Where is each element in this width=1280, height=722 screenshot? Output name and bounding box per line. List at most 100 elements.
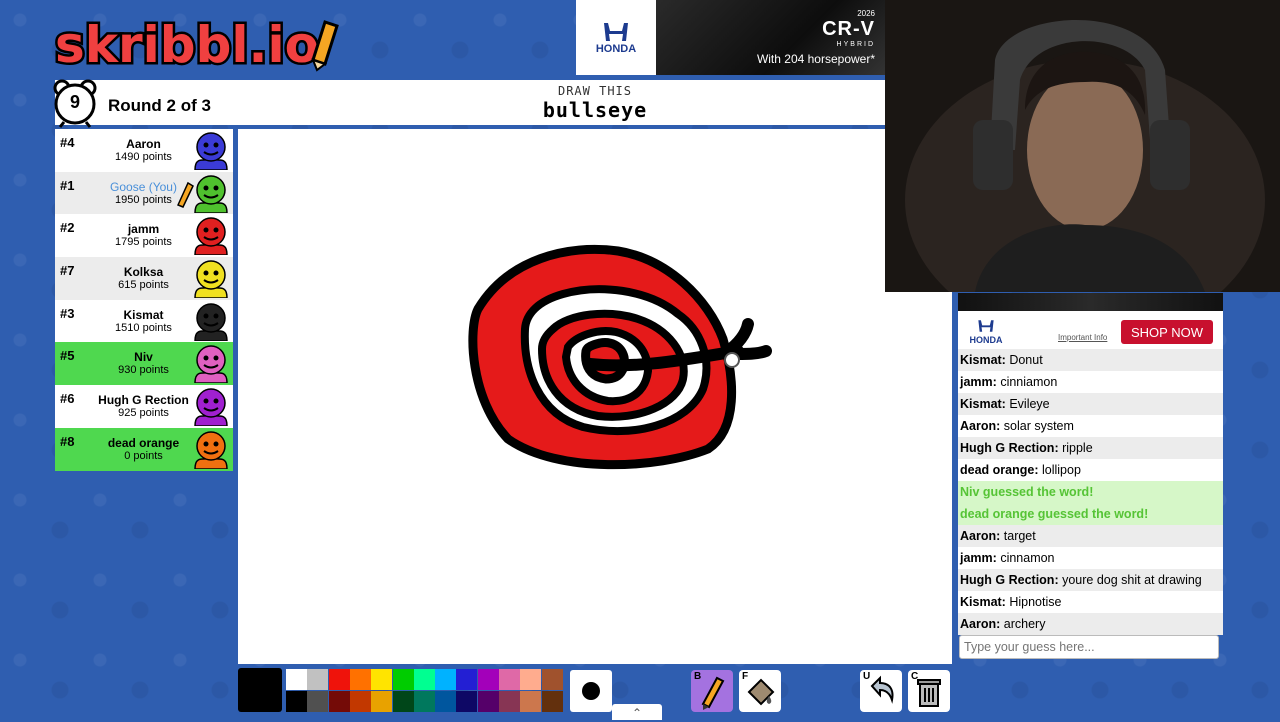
color-swatch[interactable] <box>413 690 435 712</box>
color-swatch[interactable] <box>435 690 457 712</box>
brush-size-dot-icon <box>582 682 600 700</box>
player-rank: #8 <box>60 433 75 449</box>
player-row[interactable]: #3 Kismat 1510 points <box>55 299 233 343</box>
chat-message: dead orange: lollipop <box>958 459 1223 481</box>
color-swatch[interactable] <box>349 690 371 712</box>
color-swatch[interactable] <box>371 669 393 690</box>
color-swatch[interactable] <box>456 669 478 690</box>
chat-message: Niv guessed the word! <box>958 481 1223 503</box>
current-color-swatch[interactable] <box>238 668 282 712</box>
player-row[interactable]: #6 Hugh G Rection 925 points <box>55 385 233 428</box>
chat-message: dead orange guessed the word! <box>958 503 1223 525</box>
chat-text: cinniamon <box>1000 375 1058 389</box>
chat-message: Aaron: target <box>958 525 1223 547</box>
undo-shortcut: U <box>863 671 871 682</box>
color-swatch[interactable] <box>286 690 307 712</box>
chat-text: Hipnotise <box>1009 595 1062 609</box>
color-swatch[interactable] <box>477 690 499 712</box>
color-swatch[interactable] <box>499 690 520 712</box>
important-info-link[interactable]: Important Info <box>1058 333 1107 342</box>
pencil-tool-button[interactable]: B <box>691 670 733 712</box>
ad-trim: HYBRID <box>836 41 875 48</box>
color-swatch[interactable] <box>456 690 478 712</box>
chat-author: Hugh G Rection: <box>960 573 1059 587</box>
chat-text: cinnamon <box>1000 551 1055 565</box>
clear-canvas-button[interactable]: C <box>908 670 950 712</box>
chat-text: ripple <box>1062 441 1093 455</box>
player-row[interactable]: #7 Kolksa 615 points <box>55 257 233 300</box>
undo-button[interactable]: U <box>860 670 902 712</box>
player-row[interactable]: #1 Goose (You) 1950 points <box>55 171 233 215</box>
chat-message: Aaron: archery <box>958 613 1223 635</box>
player-rank: #4 <box>60 135 75 150</box>
drawing-canvas[interactable] <box>238 129 952 664</box>
color-swatch[interactable] <box>371 690 393 712</box>
player-avatar <box>194 303 228 341</box>
chevron-up-icon[interactable]: ⌃ <box>612 704 662 720</box>
chat-message: Kismat: Hipnotise <box>958 591 1223 613</box>
ad-car-image <box>958 293 1223 311</box>
honda-logo-icon: HONDA <box>576 0 656 75</box>
draw-this-label: DRAW THIS <box>557 84 633 98</box>
chat-author: Aaron: <box>960 529 1001 543</box>
color-swatch[interactable] <box>477 669 499 690</box>
round-indicator: Round 2 of 3 <box>108 96 211 115</box>
color-swatch[interactable] <box>392 669 414 690</box>
side-ad-brand: HONDA <box>969 335 1003 345</box>
ad-model-year: 2026 <box>857 9 875 18</box>
color-swatch[interactable] <box>520 669 542 690</box>
chat-author: Kismat: <box>960 595 1006 609</box>
color-swatch[interactable] <box>328 669 350 690</box>
chat-author: jamm: <box>960 375 997 389</box>
player-avatar <box>194 217 228 256</box>
color-swatch[interactable] <box>349 669 371 690</box>
color-swatch[interactable] <box>499 669 520 690</box>
color-swatch[interactable] <box>413 669 435 690</box>
ad-model: CR-V <box>822 18 875 40</box>
chat-text: Evileye <box>1009 397 1050 411</box>
player-row[interactable]: #8 dead orange 0 points <box>55 427 233 471</box>
chat-log: Kismat: Donut jamm: cinniamon Kismat: Evil… <box>958 349 1223 635</box>
player-row[interactable]: #4 Aaron 1490 points <box>55 129 233 172</box>
clear-shortcut: C <box>911 671 919 682</box>
fill-tool-button[interactable]: F <box>739 670 781 712</box>
player-avatar <box>194 174 228 213</box>
webcam-overlay <box>885 0 1280 292</box>
color-swatch[interactable] <box>541 690 563 712</box>
player-avatar <box>194 431 228 469</box>
color-swatch[interactable] <box>392 690 414 712</box>
player-avatar <box>194 388 228 427</box>
ad-tagline: With 204 horsepower* <box>756 52 875 66</box>
color-swatch[interactable] <box>435 669 457 690</box>
chat-text: lollipop <box>1041 463 1081 477</box>
timer-value: 9 <box>69 92 80 112</box>
player-row[interactable]: #5 Niv 930 points <box>55 342 233 386</box>
color-swatch[interactable] <box>286 669 307 690</box>
chat-message: jamm: cinnamon <box>958 547 1223 569</box>
chat-message: Aaron: solar system <box>958 415 1223 437</box>
player-rank: #1 <box>60 177 75 193</box>
color-swatch[interactable] <box>307 669 329 690</box>
color-swatch[interactable] <box>520 690 542 712</box>
player-rank: #7 <box>60 263 75 279</box>
side-advertisement[interactable]: HONDA Important Info SHOP NOW <box>958 293 1223 349</box>
chat-text: target <box>1003 529 1036 543</box>
brush-cursor <box>724 352 740 368</box>
color-swatch[interactable] <box>541 669 563 690</box>
shop-now-button[interactable]: SHOP NOW <box>1121 320 1213 344</box>
chat-text: Donut <box>1009 353 1043 367</box>
chat-text: solar system <box>1003 419 1074 433</box>
chat-message: Hugh G Rection: ripple <box>958 437 1223 459</box>
chat-text: dead orange guessed the word! <box>960 507 1149 521</box>
player-avatar <box>194 345 228 384</box>
guess-input[interactable] <box>959 635 1219 659</box>
chat-text: Niv guessed the word! <box>960 485 1094 499</box>
player-avatar <box>194 260 228 299</box>
skribbl-logo: skribbl.io <box>53 10 355 77</box>
player-row[interactable]: #2 jamm 1795 points <box>55 214 233 258</box>
chat-author: jamm: <box>960 551 997 565</box>
top-advertisement[interactable]: HONDA 2026 CR-V HYBRID With 204 horsepow… <box>576 0 885 75</box>
color-swatch[interactable] <box>328 690 350 712</box>
color-swatch[interactable] <box>307 690 329 712</box>
chat-message: Kismat: Donut <box>958 349 1223 371</box>
